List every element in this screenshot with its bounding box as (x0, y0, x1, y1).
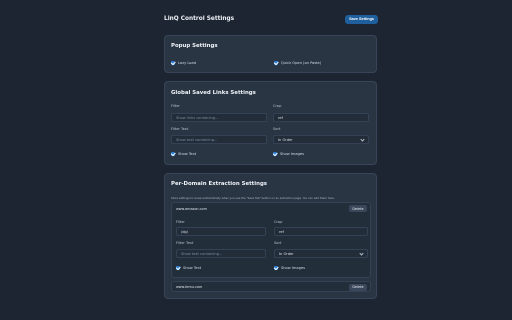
show-images-label: Show Images (280, 152, 304, 156)
domain-entry: www.amazon.com Delete Filter /dp/ Crop r… (171, 202, 371, 278)
show-text-option[interactable]: Show Text (171, 152, 196, 156)
domain-entry: www.temu.com Delete (171, 281, 371, 292)
domain-filter-input[interactable]: /dp/ (176, 227, 266, 236)
per-domain-description: Store settings to reuse automatically wh… (171, 196, 335, 200)
filter-input[interactable]: Show links containing... (171, 113, 267, 122)
sort-select-value: In Order (278, 137, 293, 142)
sort-label: Sort (273, 127, 281, 131)
quick-open-option[interactable]: Quick Open (on Paste) (274, 61, 321, 65)
domain-sort-label: Sort (274, 241, 282, 245)
domain-show-text-label: Show Text (183, 266, 202, 270)
quick-open-checkbox[interactable] (274, 61, 278, 65)
save-settings-button[interactable]: Save Settings (345, 14, 378, 24)
popup-settings-card: Popup Settings Lazy Load Quick Open (on … (164, 35, 377, 73)
lazy-load-label: Lazy Load (178, 61, 196, 65)
show-images-checkbox[interactable] (273, 152, 277, 156)
domain-show-images-checkbox[interactable] (274, 266, 278, 270)
chevron-down-icon (360, 137, 365, 142)
show-text-checkbox[interactable] (171, 152, 175, 156)
lazy-load-checkbox[interactable] (171, 61, 175, 65)
global-links-card: Global Saved Links Settings Filter Show … (164, 81, 377, 165)
filter-label: Filter (171, 104, 180, 108)
chevron-down-icon (359, 251, 364, 256)
page-title: LinQ Control Settings (164, 16, 235, 22)
lazy-load-option[interactable]: Lazy Load (171, 61, 196, 65)
domain-name: www.temu.com (176, 285, 203, 289)
quick-open-label: Quick Open (on Paste) (281, 61, 322, 65)
domain-show-images-option[interactable]: Show Images (274, 266, 305, 270)
domain-filter-text-label: Filter Text (176, 241, 194, 245)
per-domain-title: Per-Domain Extraction Settings (171, 181, 268, 187)
per-domain-card: Per-Domain Extraction Settings Store set… (164, 173, 377, 299)
popup-settings-title: Popup Settings (171, 43, 218, 49)
domain-filter-label: Filter (176, 220, 185, 224)
show-images-option[interactable]: Show Images (273, 152, 304, 156)
crop-input[interactable]: ref (273, 113, 369, 122)
domain-filter-text-input[interactable]: Show text containing... (176, 249, 266, 258)
domain-sort-value: In Order (279, 251, 294, 256)
domain-sort-select[interactable]: In Order (274, 249, 368, 258)
global-links-title: Global Saved Links Settings (171, 90, 256, 96)
crop-label: Crop (273, 104, 282, 108)
domain-show-text-checkbox[interactable] (176, 266, 180, 270)
domain-crop-label: Crop (274, 220, 283, 224)
delete-domain-button[interactable]: Delete (349, 205, 367, 212)
page-header: LinQ Control Settings Save Settings (164, 12, 378, 26)
domain-name: www.amazon.com (176, 207, 207, 211)
show-text-label: Show Text (178, 152, 197, 156)
delete-domain-button[interactable]: Delete (349, 283, 367, 291)
domain-crop-input[interactable]: ref (274, 227, 368, 236)
filter-text-input[interactable]: Show text containing... (171, 135, 267, 144)
settings-page: LinQ Control Settings Save Settings Popu… (0, 0, 512, 320)
domain-show-text-option[interactable]: Show Text (176, 266, 201, 270)
filter-text-label: Filter Text (171, 127, 189, 131)
sort-select[interactable]: In Order (273, 135, 369, 144)
domain-show-images-label: Show Images (281, 266, 305, 270)
